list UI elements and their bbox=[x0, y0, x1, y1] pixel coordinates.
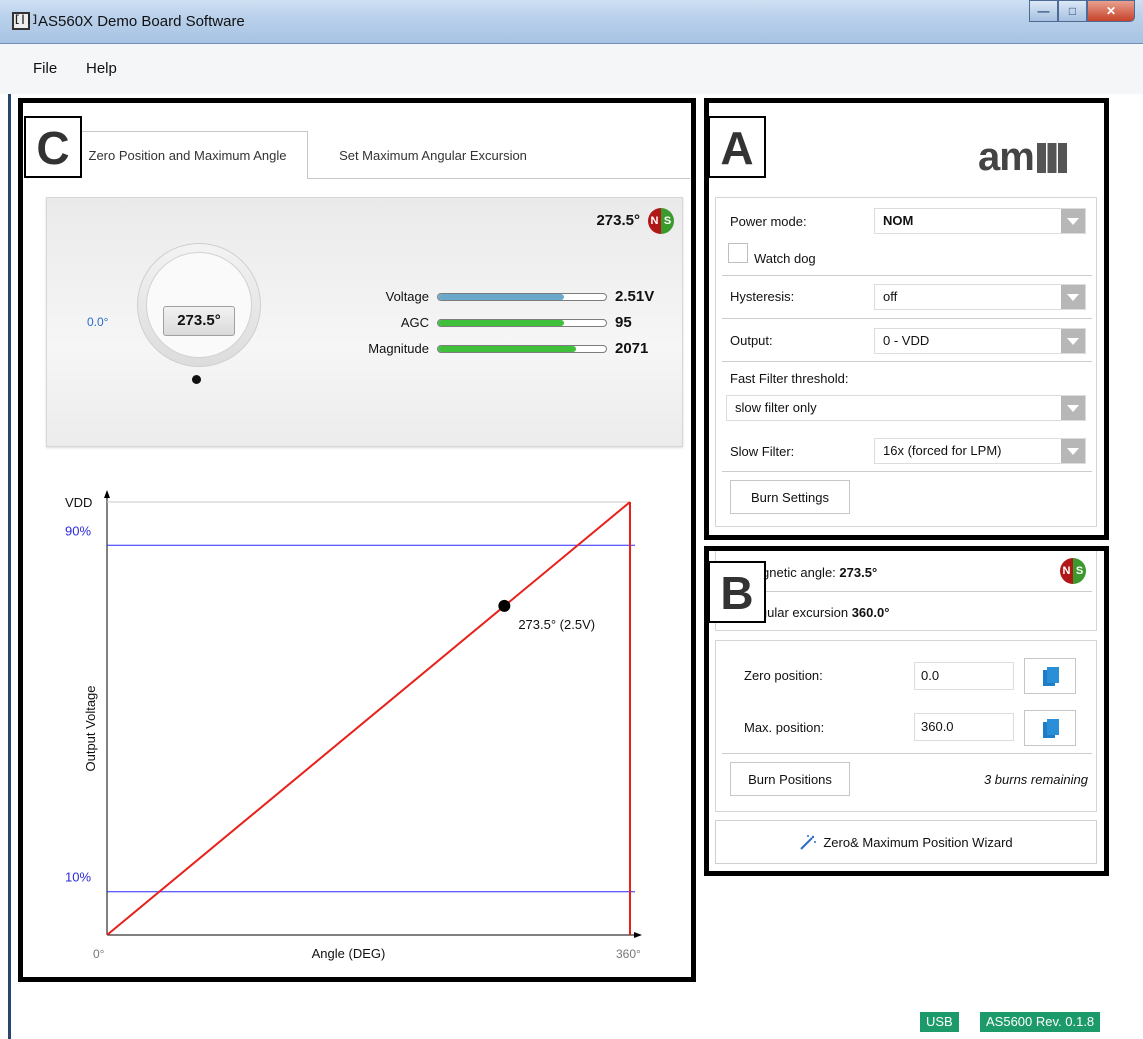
maximize-button[interactable]: □ bbox=[1058, 0, 1087, 22]
usb-status-badge: USB bbox=[920, 1012, 959, 1032]
annotation-box-c bbox=[18, 98, 696, 982]
app-icon: [||] bbox=[12, 12, 38, 30]
version-badge: AS5600 Rev. 0.1.8 bbox=[980, 1012, 1101, 1032]
menu-help[interactable]: Help bbox=[86, 60, 117, 77]
menu-file[interactable]: File bbox=[33, 60, 57, 77]
window-title: AS560X Demo Board Software bbox=[38, 13, 245, 30]
annotation-label-c: C bbox=[24, 116, 82, 178]
title-bar: [||] AS560X Demo Board Software — □ ✕ bbox=[0, 0, 1143, 44]
menu-bar: File Help bbox=[0, 44, 1143, 94]
close-button[interactable]: ✕ bbox=[1087, 0, 1135, 22]
window-controls: — □ ✕ bbox=[1029, 0, 1135, 22]
annotation-label-a: A bbox=[708, 116, 766, 178]
annotation-label-b: B bbox=[708, 561, 766, 623]
minimize-button[interactable]: — bbox=[1029, 0, 1058, 22]
